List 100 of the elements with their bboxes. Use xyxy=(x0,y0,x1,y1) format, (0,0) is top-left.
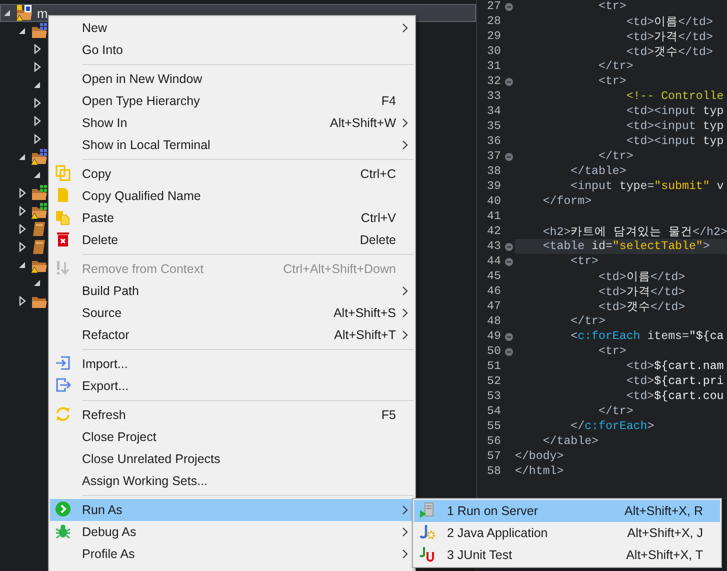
code-line: </html> xyxy=(515,465,564,478)
code-line: <td><input typ xyxy=(626,135,724,148)
code-line: </tr> xyxy=(570,315,606,328)
line-number: 46 xyxy=(486,285,502,298)
shortcut: Ctrl+V xyxy=(360,211,396,225)
shortcut: Alt+Shift+S xyxy=(333,306,396,320)
code-line: <td>갯수</td> xyxy=(598,300,686,314)
code-line: <input type="submit" v xyxy=(570,180,724,193)
menu-label: 1 Run on Server xyxy=(447,504,540,518)
code-line: <td>${cart.pri xyxy=(626,375,724,388)
code-line: <td>이름</td> xyxy=(598,270,686,284)
code-line: <td>이름</td> xyxy=(626,15,713,29)
line-number: 31 xyxy=(486,60,502,73)
line-number: 52 xyxy=(486,375,502,388)
shortcut: F5 xyxy=(381,408,396,422)
code-line: </form> xyxy=(542,195,592,208)
code-line: <td>가격</td> xyxy=(626,30,713,44)
code-line: <td><input typ xyxy=(626,120,724,133)
code-line: </table> xyxy=(542,435,598,448)
line-number: 47 xyxy=(486,300,502,313)
line-number: 29 xyxy=(486,30,502,43)
menu-label: Show In xyxy=(82,116,128,130)
menu-label: Close Unrelated Projects xyxy=(82,452,222,466)
code-line: </tr> xyxy=(598,405,634,418)
menu-label: Assign Working Sets... xyxy=(82,474,209,488)
shortcut: Ctrl+Alt+Shift+Down xyxy=(283,262,396,276)
code-line: <td>${cart.nam xyxy=(626,360,724,373)
line-number: 45 xyxy=(486,270,502,283)
menu-label: Paste xyxy=(82,211,115,225)
menu-label: Refactor xyxy=(82,328,130,342)
menu-label: Close Project xyxy=(82,430,158,444)
menu-label: Copy xyxy=(82,167,112,181)
code-line: </c:forEach> xyxy=(570,420,654,433)
shortcut: Delete xyxy=(360,233,396,247)
line-number: 58 xyxy=(486,465,502,478)
line-number: 39 xyxy=(486,180,502,193)
line-number: 37 xyxy=(486,150,502,163)
menu-label: 2 Java Application xyxy=(447,526,549,540)
line-number: 40 xyxy=(486,195,502,208)
shortcut: Ctrl+C xyxy=(360,167,396,181)
code-line: <tr> xyxy=(570,255,598,268)
line-number: 55 xyxy=(486,420,502,433)
menu-label: Go Into xyxy=(82,43,124,57)
code-line: <td>가격</td> xyxy=(598,285,686,299)
line-number: 48 xyxy=(486,315,502,328)
code-line: <table id="selectTable"> xyxy=(542,240,710,253)
menu-label: Open in New Window xyxy=(82,72,204,86)
shortcut: Alt+Shift+X, T xyxy=(626,548,703,562)
code-line: <!-- Controlle xyxy=(626,90,724,103)
shortcut: Alt+Shift+X, R xyxy=(624,504,703,518)
shortcut: Alt+Shift+W xyxy=(330,116,396,130)
menu-label: Run As xyxy=(82,503,124,517)
line-number: 49 xyxy=(486,330,502,343)
code-line: </body> xyxy=(515,450,564,463)
menu-label: Show in Local Terminal xyxy=(82,138,212,152)
menu-label: Delete xyxy=(82,233,120,247)
line-number: 50 xyxy=(486,345,502,358)
line-number: 34 xyxy=(486,105,502,118)
code-line: <tr> xyxy=(598,75,626,88)
line-number: 28 xyxy=(486,15,502,28)
menu-label: Debug As xyxy=(82,525,138,539)
menu-label: Export... xyxy=(82,379,130,393)
line-number: 51 xyxy=(486,360,502,373)
line-number: 42 xyxy=(486,225,502,238)
menu-label: Refresh xyxy=(82,408,127,422)
menu-label: Build Path xyxy=(82,284,140,298)
line-number: 56 xyxy=(486,435,502,448)
line-number: 54 xyxy=(486,405,502,418)
code-line: <td><input typ xyxy=(626,105,724,118)
menu-label: Remove from Context xyxy=(82,262,205,276)
code-line: <c:forEach items="${ca xyxy=(570,330,724,343)
line-number: 38 xyxy=(486,165,502,178)
menu-label: Open Type Hierarchy xyxy=(82,94,201,108)
line-number: 44 xyxy=(486,255,502,268)
shortcut: F4 xyxy=(381,94,396,108)
line-number: 30 xyxy=(486,45,502,58)
menu-label: Copy Qualified Name xyxy=(82,189,202,203)
code-line: </tr> xyxy=(598,60,634,73)
line-number: 43 xyxy=(486,240,502,253)
code-line: <td>${cart.cou xyxy=(626,390,724,403)
line-number: 53 xyxy=(486,390,502,403)
code-line: </table> xyxy=(570,165,626,178)
menu-label: Import... xyxy=(82,357,129,371)
line-number: 57 xyxy=(486,450,502,463)
shortcut: Alt+Shift+X, J xyxy=(627,526,703,540)
code-line: </tr> xyxy=(598,150,634,163)
code-line: <td>갯수</td> xyxy=(626,45,713,59)
code-line: <tr> xyxy=(598,345,626,358)
line-number: 33 xyxy=(486,90,502,103)
code-line: <tr> xyxy=(598,0,626,13)
line-number: 41 xyxy=(486,210,502,223)
menu-label: Profile As xyxy=(82,547,136,561)
shortcut: Alt+Shift+T xyxy=(334,328,396,342)
line-number: 27 xyxy=(486,0,502,13)
code-line: <h2>카트에 담겨있는 물건</h2> xyxy=(542,225,727,239)
menu-label: 3 JUnit Test xyxy=(447,548,514,562)
menu-label: Source xyxy=(82,306,123,320)
line-number: 36 xyxy=(486,135,502,148)
line-number: 35 xyxy=(486,120,502,133)
menu-label: New xyxy=(82,21,108,35)
